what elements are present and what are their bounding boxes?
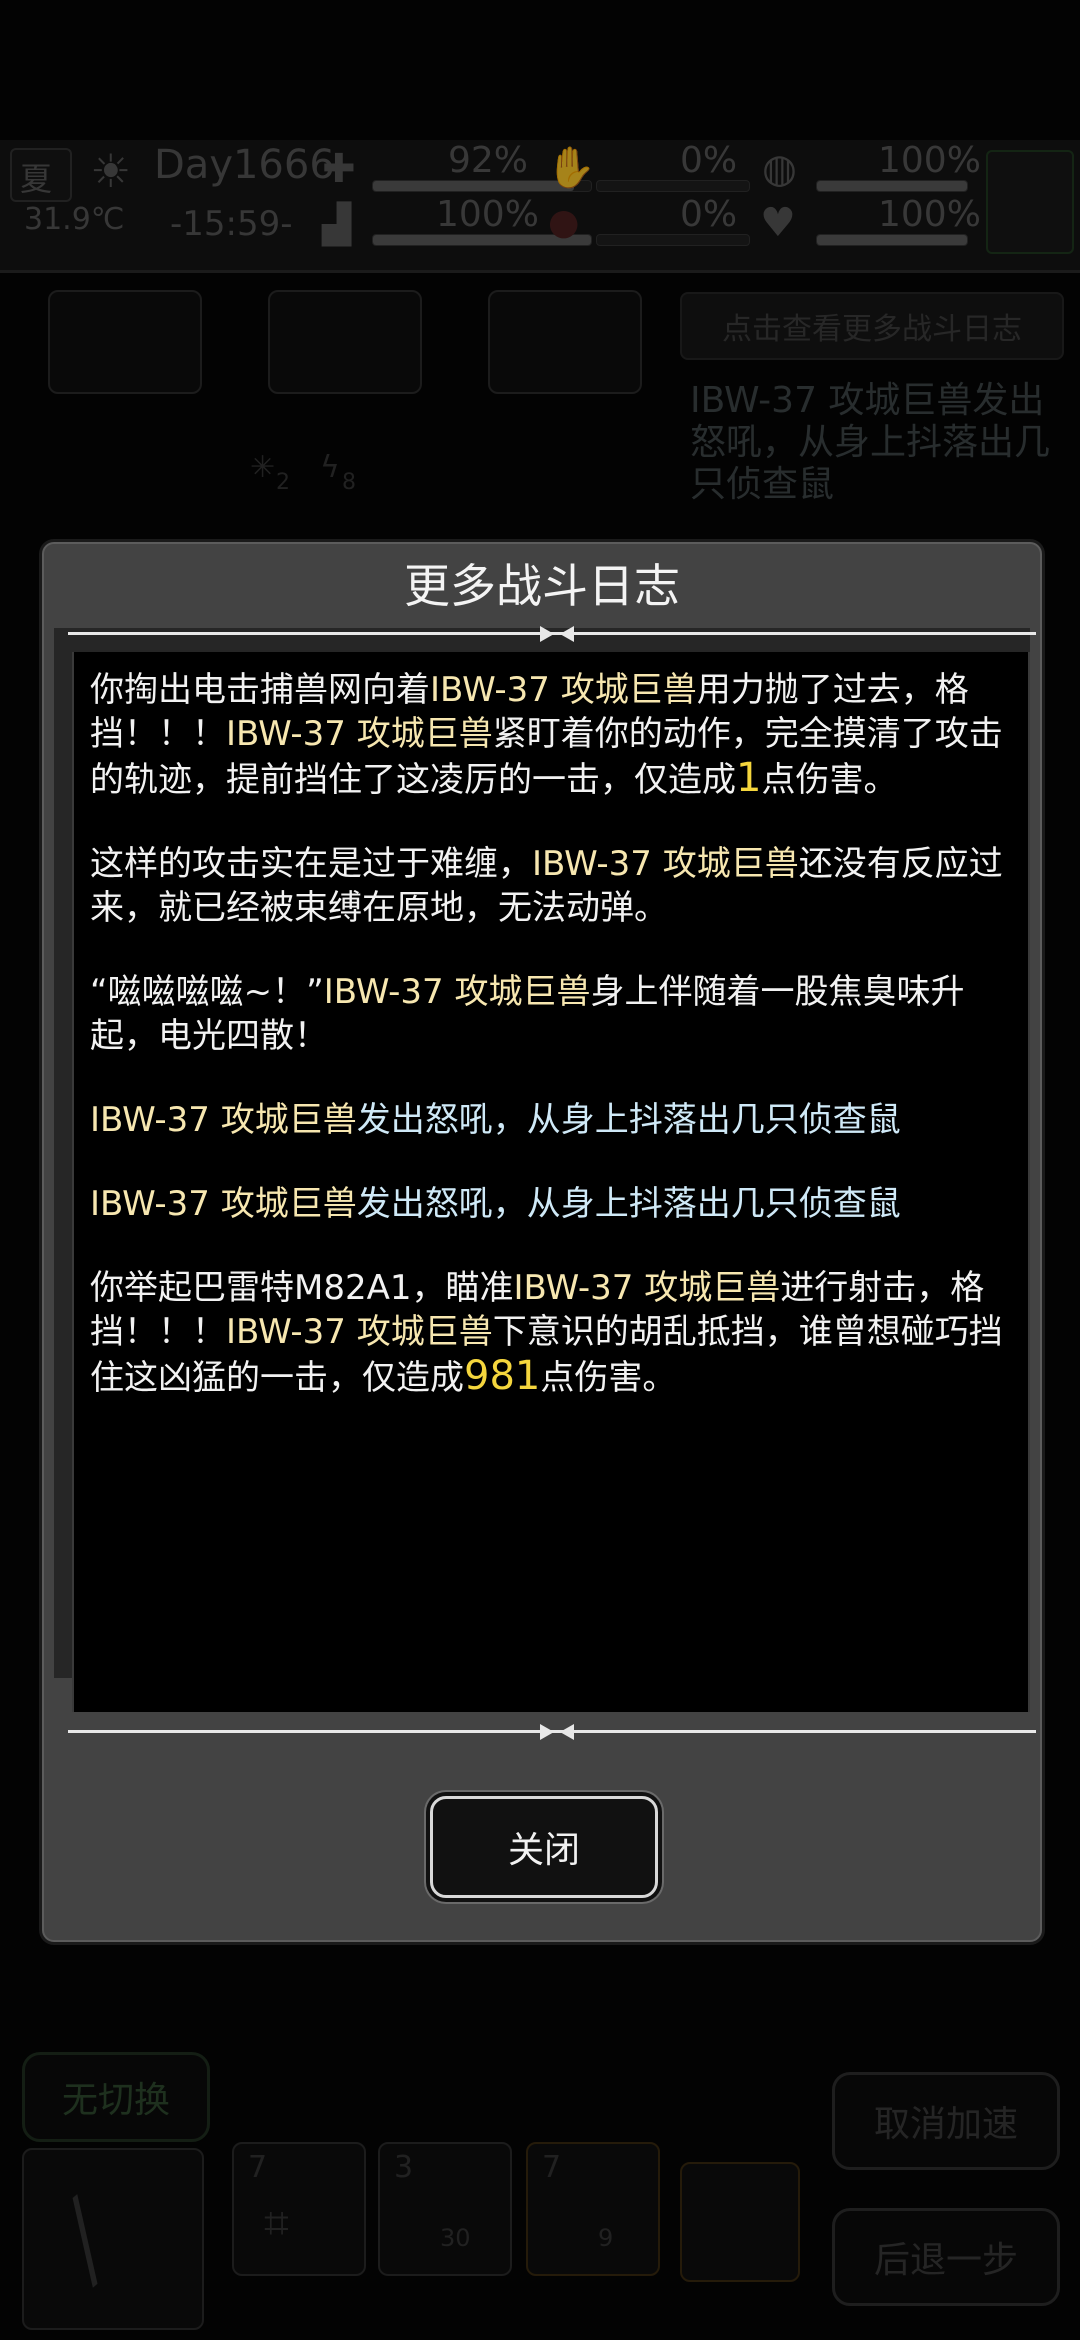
log-text: 点伤害。	[761, 760, 898, 800]
log-text: 发出怒吼，从身上抖落出几只侦查鼠	[356, 1100, 901, 1140]
log-text: 这样的攻击实在是过于难缠，	[90, 844, 532, 884]
damage-number: 1	[736, 755, 762, 801]
top-divider-arrow-right	[540, 626, 554, 642]
log-entry: 你举起巴雷特M82A1，瞄准IBW-37 攻城巨兽进行射击，格挡！！！IBW-3…	[90, 1266, 1014, 1400]
bottom-divider-arrow-right	[540, 1724, 554, 1740]
enemy-name: IBW-37 攻城巨兽	[430, 670, 697, 710]
enemy-name: IBW-37 攻城巨兽	[90, 1184, 357, 1224]
log-frame: 你掏出电击捕兽网向着IBW-37 攻城巨兽用力抛了过去，格挡！！！IBW-37 …	[54, 626, 1036, 1740]
enemy-name: IBW-37 攻城巨兽	[513, 1268, 781, 1308]
damage-number: 981	[464, 1353, 541, 1399]
log-text: 发出怒吼，从身上抖落出几只侦查鼠	[356, 1184, 901, 1224]
bottom-divider-arrow-left	[560, 1724, 574, 1740]
log-text: 你举起巴雷特M82A1，瞄准	[90, 1268, 514, 1308]
log-entry: IBW-37 攻城巨兽发出怒吼，从身上抖落出几只侦查鼠	[90, 1098, 1014, 1142]
log-text: “嗞嗞嗞嗞~！”	[90, 972, 324, 1012]
enemy-name: IBW-37 攻城巨兽	[226, 1312, 493, 1352]
log-text: 点伤害。	[540, 1358, 677, 1398]
enemy-name: IBW-37 攻城巨兽	[226, 714, 493, 754]
close-button[interactable]: 关闭	[430, 1796, 658, 1898]
dialog-title: 更多战斗日志	[404, 559, 680, 613]
log-text: 你掏出电击捕兽网向着	[90, 670, 430, 710]
log-entry: IBW-37 攻城巨兽发出怒吼，从身上抖落出几只侦查鼠	[90, 1182, 1014, 1226]
enemy-name: IBW-37 攻城巨兽	[323, 972, 591, 1012]
enemy-name: IBW-37 攻城巨兽	[532, 844, 799, 884]
enemy-name: IBW-37 攻城巨兽	[90, 1100, 357, 1140]
log-entry: 这样的攻击实在是过于难缠，IBW-37 攻城巨兽还没有反应过来，就已经被束缚在原…	[90, 842, 1014, 930]
log-entry: “嗞嗞嗞嗞~！”IBW-37 攻城巨兽身上伴随着一股焦臭味升起，电光四散！	[90, 970, 1014, 1058]
log-content[interactable]: 你掏出电击捕兽网向着IBW-37 攻城巨兽用力抛了过去，格挡！！！IBW-37 …	[72, 652, 1030, 1712]
top-divider-arrow-left	[560, 626, 574, 642]
log-entry: 你掏出电击捕兽网向着IBW-37 攻城巨兽用力抛了过去，格挡！！！IBW-37 …	[90, 668, 1014, 802]
battle-log-dialog: 更多战斗日志 你掏出电击捕兽网向着IBW-37 攻城巨兽用力抛了过去，格挡！！！…	[42, 542, 1042, 1942]
